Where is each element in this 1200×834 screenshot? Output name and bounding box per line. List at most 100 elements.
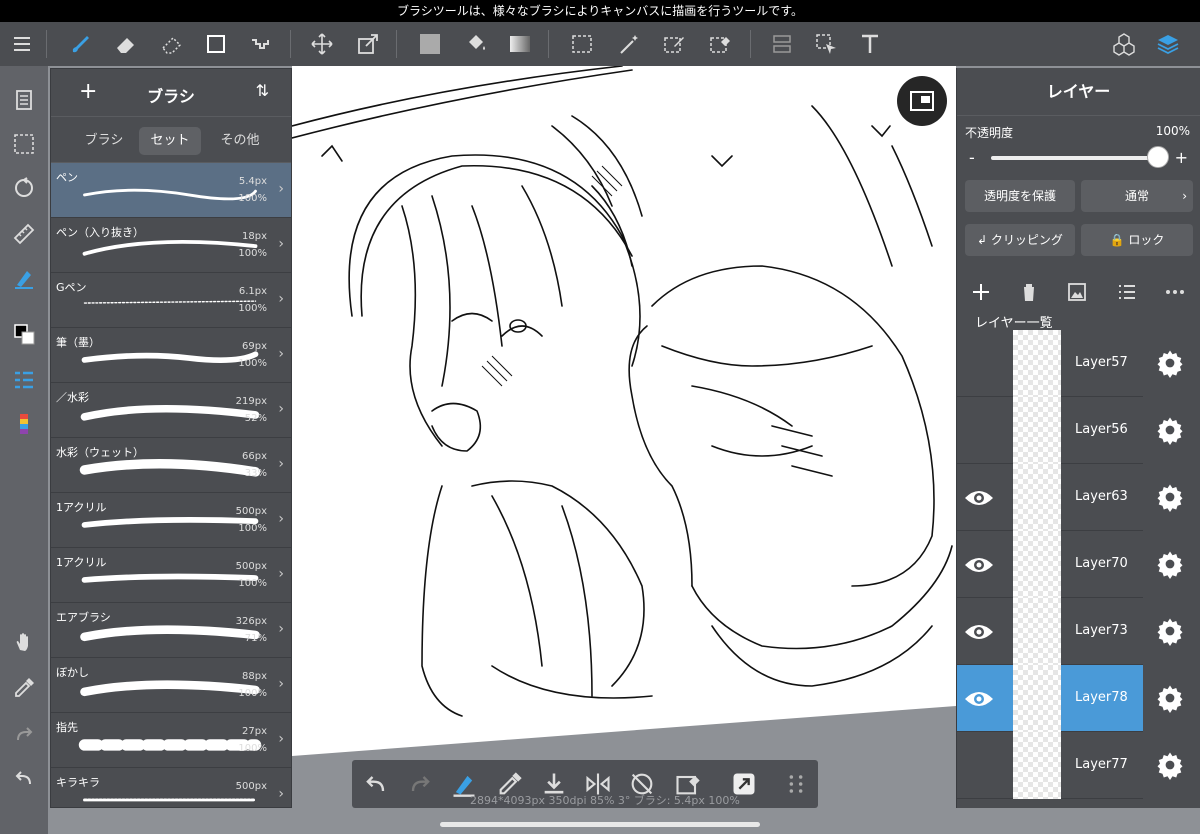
drag-handle-icon[interactable] — [782, 770, 810, 798]
layer-menu-list-icon[interactable] — [1115, 280, 1139, 304]
sort-brush-button[interactable]: ⇅ — [256, 81, 269, 100]
add-layer-icon[interactable] — [969, 280, 993, 304]
tab-brush[interactable]: ブラシ — [73, 127, 135, 155]
selection-area-icon[interactable] — [8, 128, 40, 160]
chevron-right-icon[interactable]: › — [278, 456, 284, 472]
color-swatch-icon[interactable] — [8, 318, 40, 350]
opacity-slider-knob[interactable] — [1147, 146, 1169, 168]
move-icon[interactable] — [306, 28, 338, 60]
protect-alpha-button[interactable]: 透明度を保護 — [965, 180, 1075, 212]
transform-icon[interactable] — [352, 28, 384, 60]
opacity-slider[interactable] — [991, 156, 1157, 160]
import-image-icon[interactable] — [1065, 280, 1089, 304]
layer-row[interactable]: Layer70 — [957, 531, 1143, 598]
chevron-right-icon[interactable]: › — [278, 786, 284, 802]
lock-button[interactable]: 🔒 ロック — [1081, 224, 1193, 256]
brush-item[interactable]: Gペン 6.1px 100% › — [51, 273, 291, 328]
opacity-decrease-button[interactable]: - — [969, 148, 975, 167]
eraser-icon[interactable] — [110, 28, 142, 60]
tab-set[interactable]: セット — [139, 127, 201, 155]
brush-item[interactable]: ／水彩 219px 52% › — [51, 383, 291, 438]
gear-icon[interactable] — [1155, 549, 1185, 579]
undo-icon[interactable] — [362, 770, 390, 798]
eye-icon[interactable] — [963, 618, 995, 646]
brush-item[interactable]: ペン（入り抜き） 18px 100% › — [51, 218, 291, 273]
eye-icon[interactable] — [963, 551, 995, 579]
hand-icon[interactable] — [8, 626, 40, 658]
page-icon[interactable] — [8, 84, 40, 116]
layer-row[interactable]: Layer57 — [957, 330, 1143, 397]
chevron-right-icon[interactable]: › — [278, 676, 284, 692]
layer-thumbnail[interactable] — [1013, 330, 1061, 397]
eyedropper-icon[interactable] — [8, 672, 40, 704]
lasso-eraser-icon[interactable] — [156, 28, 188, 60]
layer-row[interactable]: Layer78 — [957, 665, 1143, 732]
bucket-icon[interactable] — [460, 28, 492, 60]
menu-icon[interactable] — [6, 28, 38, 60]
gear-icon[interactable] — [1155, 616, 1185, 646]
eye-icon[interactable] — [963, 685, 995, 713]
gear-icon[interactable] — [1155, 348, 1185, 378]
layer-thumbnail[interactable] — [1013, 464, 1061, 531]
chevron-right-icon[interactable]: › — [278, 401, 284, 417]
brush-item[interactable]: エアブラシ 326px 71% › — [51, 603, 291, 658]
more-icon[interactable] — [1163, 280, 1187, 304]
text-icon[interactable] — [854, 28, 886, 60]
brush-item[interactable]: 1アクリル 500px 100% › — [51, 493, 291, 548]
redo-icon[interactable] — [8, 718, 40, 750]
gear-icon[interactable] — [1155, 415, 1185, 445]
select-pen-icon[interactable] — [658, 28, 690, 60]
layer-thumbnail[interactable] — [1013, 397, 1061, 464]
undo-icon[interactable] — [8, 762, 40, 794]
chevron-right-icon[interactable]: › — [278, 621, 284, 637]
brush-item[interactable]: キラキラ 500px › — [51, 768, 291, 809]
layer-thumbnail[interactable] — [1013, 732, 1061, 799]
stabilizer-icon[interactable] — [8, 262, 40, 294]
chevron-right-icon[interactable]: › — [278, 181, 284, 197]
brush-item[interactable]: 水彩（ウェット） 66px 33% › — [51, 438, 291, 493]
brush-item[interactable]: ペン 5.4px 100% › — [51, 163, 291, 218]
chevron-right-icon[interactable]: › — [278, 291, 284, 307]
select-move-icon[interactable] — [810, 28, 842, 60]
layer-thumbnail[interactable] — [1013, 531, 1061, 598]
snap-icon[interactable] — [766, 28, 798, 60]
select-eraser-icon[interactable] — [704, 28, 736, 60]
brush-item[interactable]: 指先 27px 100% › — [51, 713, 291, 768]
brush-item[interactable]: 1アクリル 500px 100% › — [51, 548, 291, 603]
shape-icon[interactable] — [200, 28, 232, 60]
chevron-right-icon[interactable]: › — [278, 236, 284, 252]
dot-icon[interactable] — [244, 28, 276, 60]
tab-other[interactable]: その他 — [207, 127, 273, 155]
brush-item[interactable]: 筆（墨） 69px 100% › — [51, 328, 291, 383]
redo-icon[interactable] — [406, 770, 434, 798]
gear-icon[interactable] — [1155, 683, 1185, 713]
layer-row[interactable]: Layer77 — [957, 732, 1143, 799]
layer-row[interactable]: Layer73 — [957, 598, 1143, 665]
layer-row[interactable]: Layer56 — [957, 397, 1143, 464]
material-icon[interactable] — [1108, 28, 1140, 60]
brush-item[interactable]: ぼかし 88px 100% › — [51, 658, 291, 713]
chevron-right-icon[interactable]: › — [278, 731, 284, 747]
preview-toggle-button[interactable] — [897, 76, 947, 126]
layer-list-icon[interactable] — [8, 364, 40, 396]
select-icon[interactable] — [566, 28, 598, 60]
opacity-increase-button[interactable]: + — [1175, 148, 1188, 167]
rotate-icon[interactable] — [8, 172, 40, 204]
chevron-right-icon[interactable]: › — [278, 511, 284, 527]
layer-row[interactable]: Layer63 — [957, 464, 1143, 531]
gradient-icon[interactable] — [504, 28, 536, 60]
fill-color-icon[interactable] — [414, 28, 446, 60]
layer-thumbnail[interactable] — [1013, 665, 1061, 732]
magic-wand-icon[interactable] — [614, 28, 646, 60]
home-indicator[interactable] — [440, 822, 760, 827]
canvas-paper[interactable] — [292, 66, 956, 756]
eye-icon[interactable] — [963, 484, 995, 512]
brush-icon[interactable] — [64, 28, 96, 60]
clipping-button[interactable]: ↲ クリッピング — [965, 224, 1075, 256]
trash-icon[interactable] — [1017, 280, 1041, 304]
gear-icon[interactable] — [1155, 750, 1185, 780]
blend-mode-button[interactable]: 通常 › — [1081, 180, 1193, 212]
layer-thumbnail[interactable] — [1013, 598, 1061, 665]
layer-icon[interactable] — [1152, 28, 1184, 60]
color-palette-icon[interactable] — [8, 408, 40, 440]
